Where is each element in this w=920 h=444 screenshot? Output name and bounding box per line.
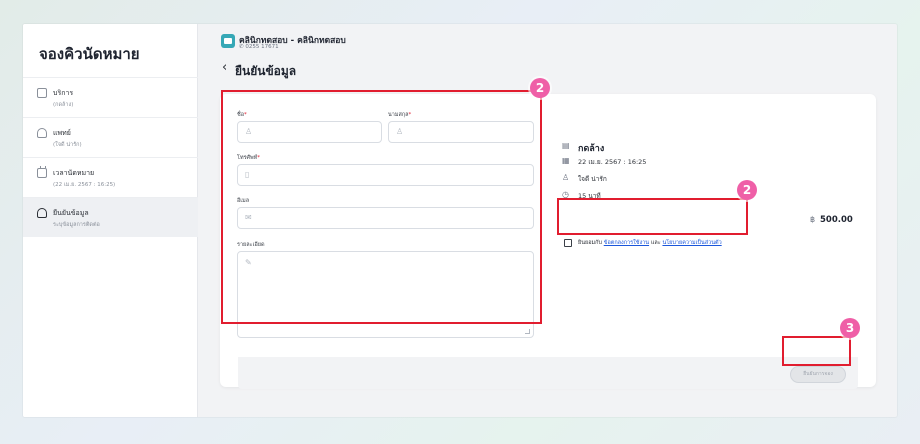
calendar-icon: ▦ — [562, 156, 570, 165]
summary-datetime: 22 เม.ย. 2567 : 16:25 — [578, 158, 647, 166]
user-icon — [37, 208, 47, 218]
clinic-phone-number: 0255 17671 — [245, 44, 279, 50]
sidebar-item-confirm[interactable]: ยืนยันข้อมูล ระบุข้อมูลการติดต่อ — [23, 197, 198, 237]
sidebar-item-doctor[interactable]: แพทย์ (ใจดี น่ารัก) — [23, 117, 198, 157]
sidebar: จองคิวนัดหมาย บริการ (กดล้าง) แพทย์ (ใจด… — [23, 24, 198, 417]
baht-icon: ฿ — [810, 215, 816, 224]
sidebar-item-sub: (22 เม.ย. 2567 : 16:25) — [53, 182, 116, 188]
resize-handle[interactable] — [525, 329, 530, 334]
annotation-box-form — [221, 90, 542, 324]
terms-link[interactable]: ข้อตกลงการใช้งาน — [604, 240, 649, 246]
page-title: ยืนยันข้อมูล — [235, 64, 297, 78]
annotation-badge-form: 2 — [530, 78, 550, 98]
summary-service: กดล้าง — [578, 144, 605, 154]
sidebar-item-sub: (ใจดี น่ารัก) — [53, 142, 82, 148]
doctor-icon: ♙ — [562, 173, 570, 182]
annotation-box-consent — [557, 198, 748, 235]
sidebar-item-sub: ระบุข้อมูลการติดต่อ — [53, 222, 100, 228]
annotation-badge-consent: 2 — [737, 180, 757, 200]
summary-price: 500.00 — [820, 215, 853, 225]
sidebar-item-time[interactable]: เวลานัดหมาย (22 เม.ย. 2567 : 16:25) — [23, 157, 198, 197]
annotation-box-confirm — [782, 336, 851, 366]
sidebar-item-label: ยืนยันข้อมูล — [53, 209, 89, 217]
service-icon: ▤ — [562, 141, 570, 150]
sidebar-item-label: แพทย์ — [53, 129, 71, 137]
doctor-icon — [37, 128, 47, 138]
privacy-link[interactable]: นโยบายความเป็นส่วนตัว — [662, 240, 721, 246]
summary-doctor: ใจดี น่ารัก — [578, 175, 607, 183]
consent-text: ยินยอมกับ ข้อตกลงการใช้งาน และ นโยบายควา… — [578, 239, 722, 247]
chevron-left-icon[interactable]: ‹ — [222, 61, 227, 75]
service-icon — [37, 88, 47, 98]
consent-and: และ — [650, 240, 661, 246]
sidebar-item-label: เวลานัดหมาย — [53, 169, 95, 177]
consent-prefix: ยินยอมกับ — [578, 240, 602, 246]
calendar-icon — [37, 166, 47, 178]
sidebar-item-label: บริการ — [53, 89, 74, 97]
sidebar-title: จองคิวนัดหมาย — [39, 45, 140, 63]
clinic-logo-icon — [221, 34, 235, 48]
sidebar-item-service[interactable]: บริการ (กดล้าง) — [23, 77, 198, 117]
consent-checkbox[interactable] — [564, 239, 572, 247]
footer-bar — [238, 357, 858, 389]
confirm-booking-button[interactable]: ยืนยันการจอง — [790, 366, 846, 383]
clinic-phone: ✆ 0255 17671 — [239, 44, 279, 50]
sidebar-item-sub: (กดล้าง) — [53, 102, 74, 108]
annotation-badge-confirm: 3 — [840, 318, 860, 338]
